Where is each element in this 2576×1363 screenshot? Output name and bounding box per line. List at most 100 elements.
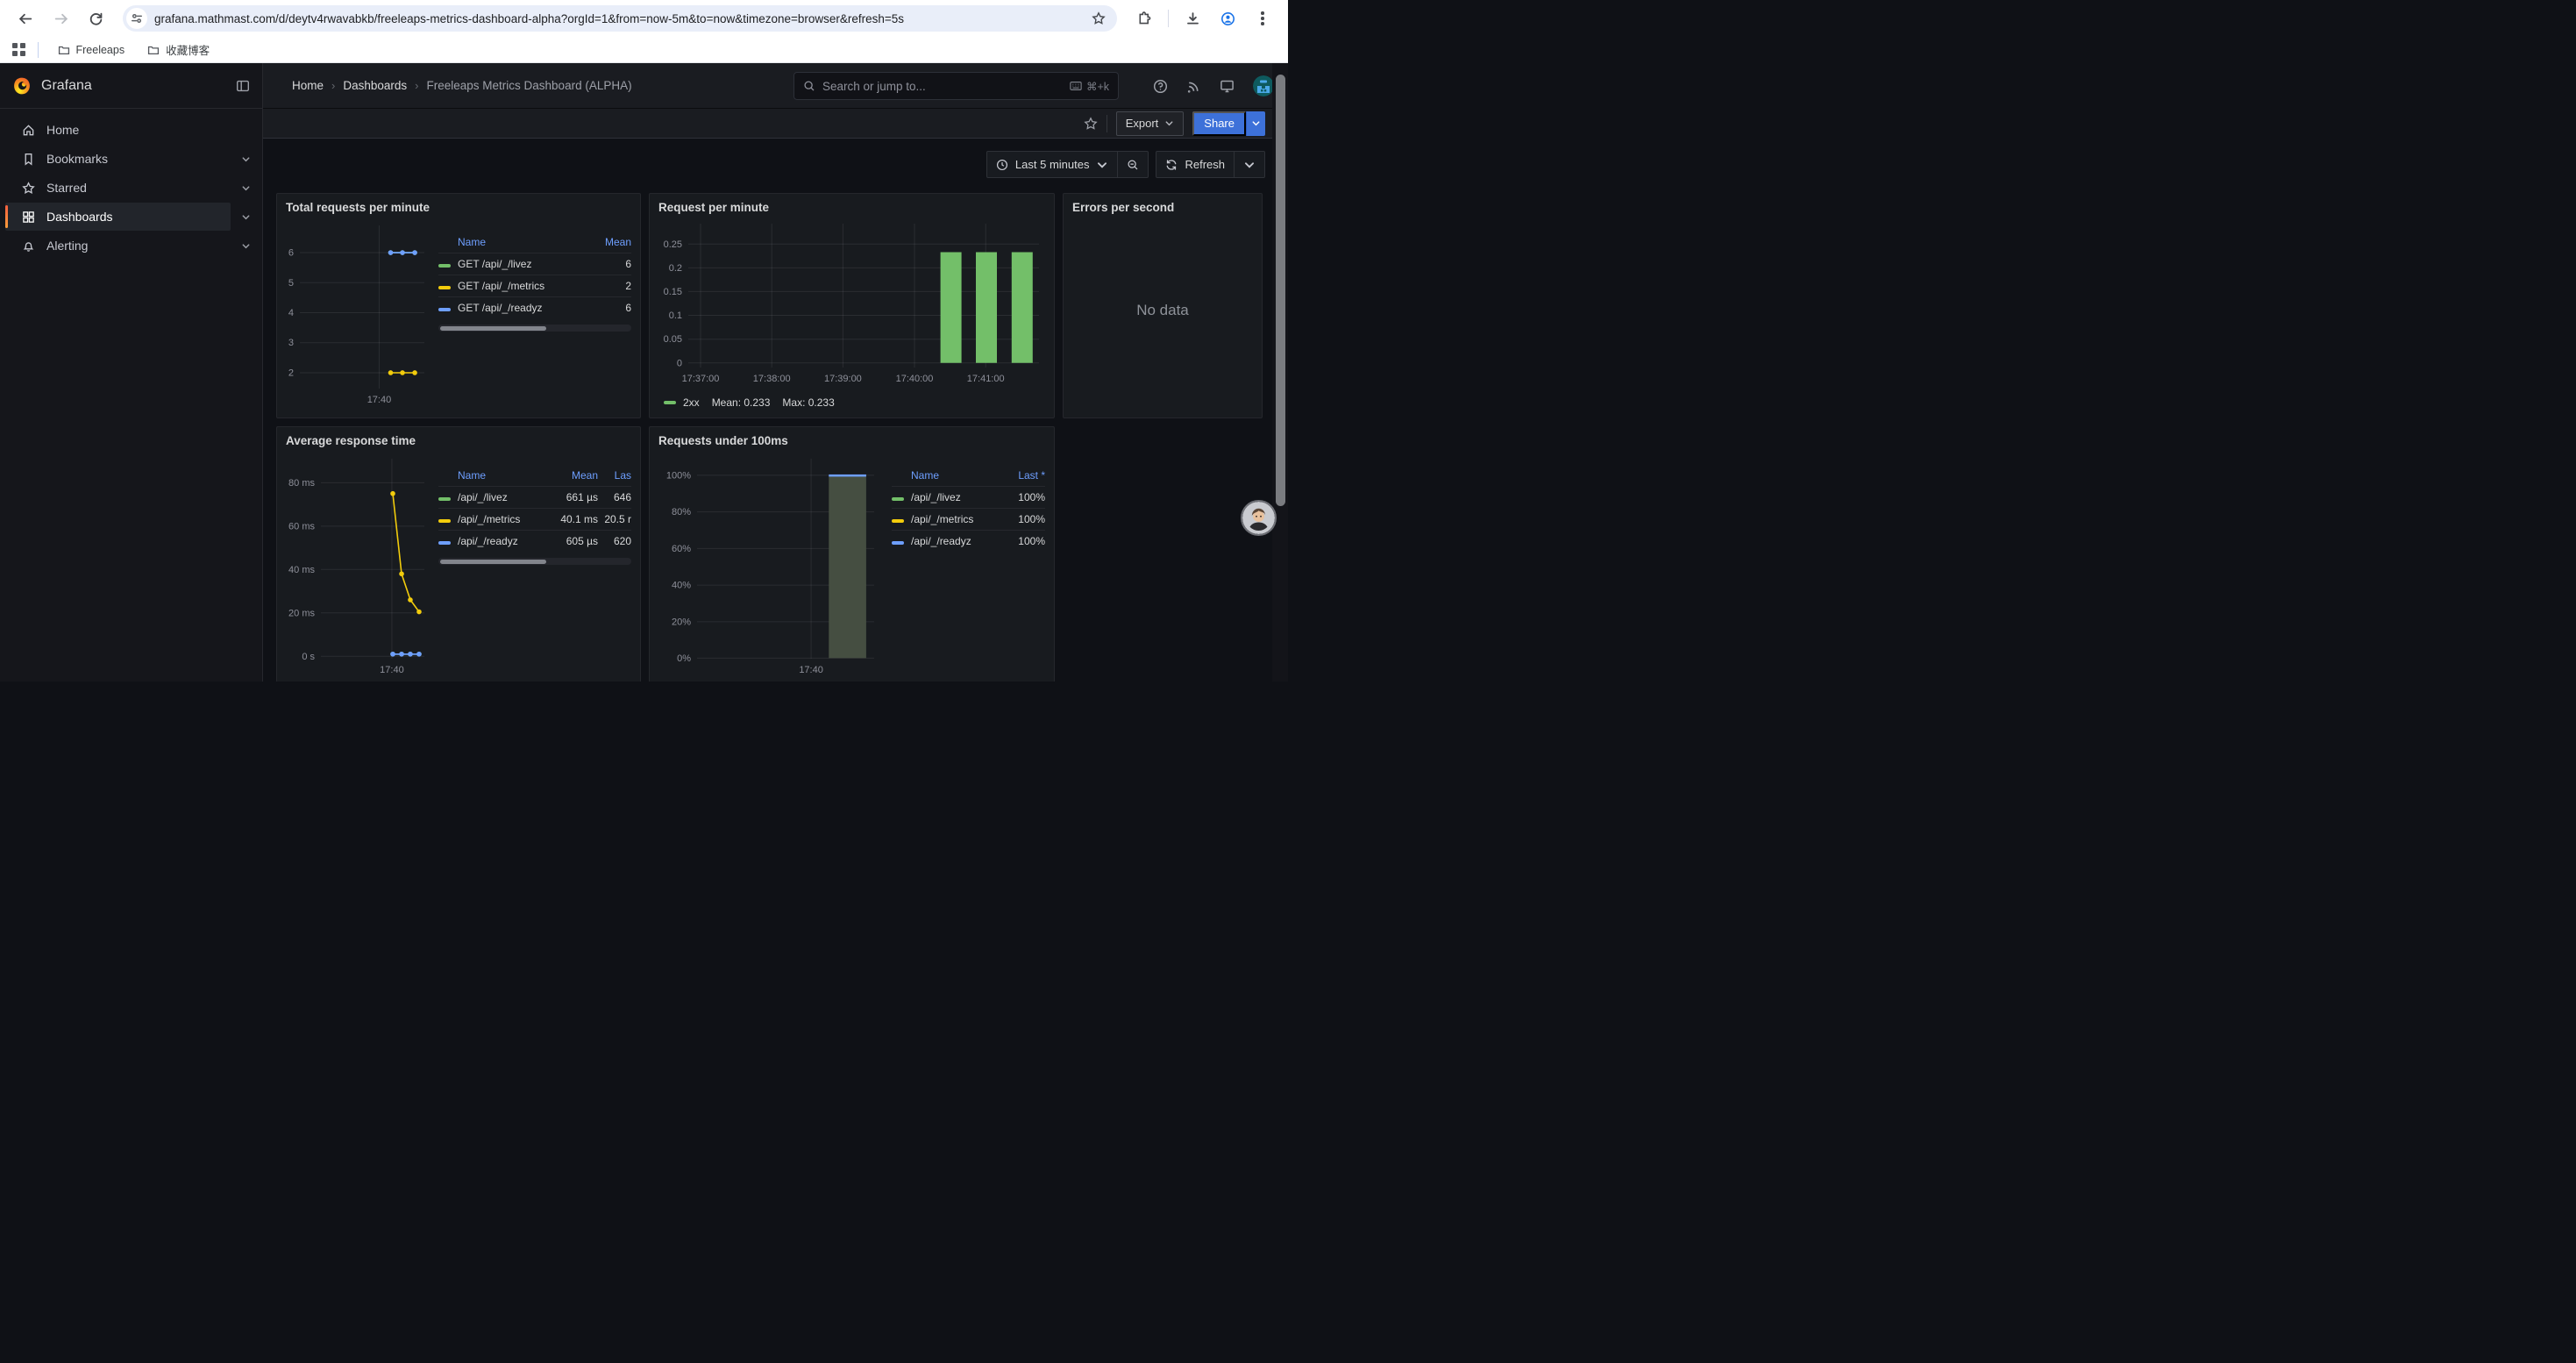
legend-scrollbar[interactable] [438,325,631,332]
series-swatch[interactable] [892,541,904,545]
panel-title[interactable]: Requests under 100ms [658,432,1045,452]
panel-requests-under-100ms[interactable]: Requests under 100ms 100%80%60%40%20%0%1… [649,426,1055,682]
sidebar-item-label: Home [46,123,79,137]
legend-row[interactable]: /api/_/metrics 100% [892,508,1045,530]
forward-button[interactable] [46,4,75,33]
series-swatch[interactable] [892,519,904,523]
browser-profile-icon[interactable] [1213,4,1242,33]
bookmark-folder-freeleaps[interactable]: Freeleaps [51,41,132,59]
total-requests-chart[interactable]: 6543217:40 [286,218,430,411]
legend-row[interactable]: /api/_/livez 100% [892,486,1045,508]
panel-title[interactable]: Request per minute [658,199,1045,218]
request-per-minute-chart[interactable]: 0.250.20.150.10.05017:37:0017:38:0017:39… [658,218,1046,390]
series-swatch[interactable] [438,541,451,545]
user-avatar[interactable] [1253,75,1274,96]
breadcrumb-dashboards[interactable]: Dashboards [343,79,407,92]
assistant-avatar[interactable] [1242,502,1275,534]
legend-col-name[interactable]: Name [458,236,589,248]
share-button[interactable]: Share [1192,111,1246,136]
help-icon[interactable] [1153,79,1168,94]
legend-row[interactable]: /api/_/livez 661 µs 646 [438,486,631,508]
reload-button[interactable] [81,4,110,33]
legend-inline[interactable]: 2xx Mean: 0.233 Max: 0.233 [658,396,1045,409]
under-100ms-chart[interactable]: 100%80%60%40%20%0%17:40 [658,452,879,682]
refresh-button[interactable]: Refresh [1156,152,1234,177]
svg-text:60 ms: 60 ms [288,521,315,532]
series-swatch[interactable] [438,308,451,311]
legend-row[interactable]: GET /api/_/livez 6 [438,253,631,275]
legend-col-name[interactable]: Name [911,469,1005,482]
svg-text:80%: 80% [672,507,691,517]
share-menu-caret[interactable] [1246,111,1265,136]
bookmark-folder-label: 收藏博客 [166,41,210,58]
sidebar-item-starred[interactable]: Starred [0,174,262,202]
back-button[interactable] [11,4,40,33]
legend-row[interactable]: GET /api/_/metrics 2 [438,275,631,296]
no-data-message: No data [1072,218,1253,403]
svg-text:17:40: 17:40 [799,665,823,675]
svg-text:80 ms: 80 ms [288,478,315,489]
search-box[interactable]: ⌘+k [793,72,1119,100]
series-swatch[interactable] [892,497,904,501]
apps-grid-icon[interactable] [12,43,25,56]
chevron-down-icon[interactable] [241,183,251,193]
sidebar-item-dashboards[interactable]: Dashboards [0,203,262,231]
panel-total-requests[interactable]: Total requests per minute 6543217:40 Nam… [276,193,641,418]
bookmark-star-icon[interactable] [1089,9,1108,28]
legend-col-mean[interactable]: Mean [549,469,598,482]
legend-scrollbar[interactable] [438,558,631,565]
panel-request-per-minute[interactable]: Request per minute 0.250.20.150.10.05017… [649,193,1055,418]
search-input[interactable] [822,80,1063,93]
panel-title[interactable]: Total requests per minute [286,199,631,218]
panel-title[interactable]: Errors per second [1072,199,1253,218]
legend-col-last[interactable]: Las [598,469,631,482]
legend-row[interactable]: /api/_/metrics 40.1 ms 20.5 r [438,508,631,530]
sidebar-item-home[interactable]: Home [0,116,262,144]
panel-avg-response-time[interactable]: Average response time 80 ms60 ms40 ms20 … [276,426,641,682]
legend-row[interactable]: /api/_/readyz 100% [892,530,1045,552]
chevron-down-icon[interactable] [241,212,251,222]
site-settings-icon[interactable] [126,8,147,29]
legend-scrollbar-thumb[interactable] [440,560,546,564]
refresh-icon [1165,159,1178,171]
bookmark-folder-blogs[interactable]: 收藏博客 [140,39,217,61]
grafana-logo[interactable] [12,76,32,96]
svg-text:0.2: 0.2 [669,263,682,274]
chevron-down-icon [1251,118,1261,128]
panel-errors-per-second[interactable]: Errors per second No data [1063,193,1263,418]
legend-col-mean[interactable]: Mean [589,236,631,248]
export-button[interactable]: Export [1116,111,1185,136]
series-swatch[interactable] [438,286,451,289]
page-scrollbar[interactable] [1272,63,1288,682]
chevron-down-icon[interactable] [241,154,251,164]
monitor-icon[interactable] [1220,79,1235,94]
legend-scrollbar-thumb[interactable] [440,326,546,331]
breadcrumb-home[interactable]: Home [292,79,324,92]
time-range-picker[interactable]: Last 5 minutes [987,152,1118,177]
page-scrollbar-thumb[interactable] [1276,75,1285,506]
downloads-icon[interactable] [1178,4,1207,33]
zoom-out-button[interactable] [1118,152,1148,177]
screen: grafana.mathmast.com/d/deytv4rwavabkb/fr… [0,0,1288,682]
favorite-dashboard-star-icon[interactable] [1084,117,1098,131]
legend-row[interactable]: /api/_/readyz 605 µs 620 [438,530,631,552]
series-swatch[interactable] [664,401,676,404]
refresh-interval-caret[interactable] [1235,152,1264,177]
extensions-icon[interactable] [1129,4,1159,33]
browser-menu-icon[interactable] [1248,4,1277,33]
address-bar[interactable]: grafana.mathmast.com/d/deytv4rwavabkb/fr… [123,5,1117,32]
series-swatch[interactable] [438,519,451,523]
avg-response-chart[interactable]: 80 ms60 ms40 ms20 ms0 s17:40 [286,452,430,682]
legend-col-name[interactable]: Name [458,469,549,482]
url-text[interactable]: grafana.mathmast.com/d/deytv4rwavabkb/fr… [154,12,1089,25]
chevron-down-icon[interactable] [241,241,251,251]
legend-col-last[interactable]: Last * [1005,469,1045,482]
series-swatch[interactable] [438,264,451,268]
series-swatch[interactable] [438,497,451,501]
panel-title[interactable]: Average response time [286,432,631,452]
sidebar-item-alerting[interactable]: Alerting [0,232,262,260]
news-rss-icon[interactable] [1186,79,1201,94]
collapse-sidebar-icon[interactable] [236,79,250,93]
legend-row[interactable]: GET /api/_/readyz 6 [438,296,631,318]
sidebar-item-bookmarks[interactable]: Bookmarks [0,145,262,173]
